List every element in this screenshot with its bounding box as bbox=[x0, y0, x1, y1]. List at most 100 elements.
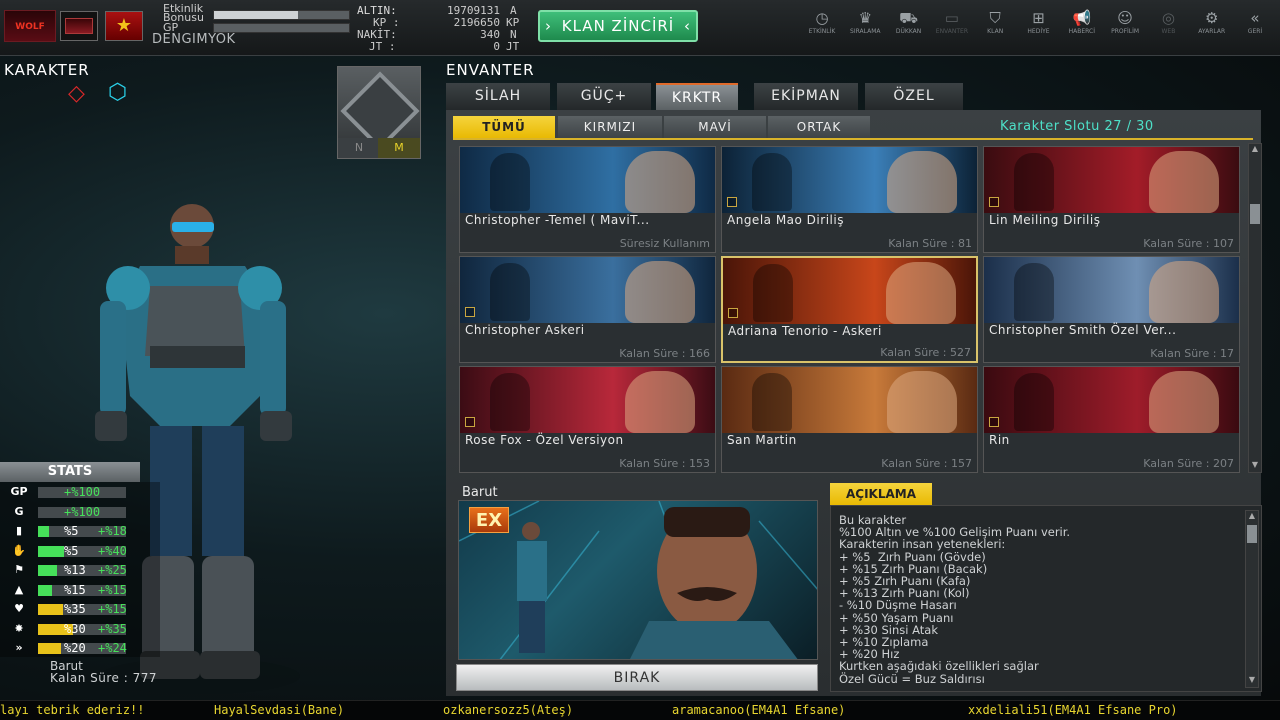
nav-ranking-button[interactable]: ♛ SIRALAMA bbox=[843, 8, 887, 42]
ticker-item: HayalSevdasi(Bane) bbox=[214, 703, 345, 717]
clan-chain-button[interactable]: › KLAN ZİNCİRİ ‹ bbox=[538, 10, 698, 42]
stat-row-health: ♥ %35 +%15 bbox=[6, 601, 156, 617]
ticker-item: ozkanersozz5(Ateş) bbox=[443, 703, 574, 717]
character-card[interactable]: Rin Kalan Süre : 207 bbox=[983, 366, 1240, 473]
character-figure bbox=[1014, 153, 1054, 211]
desc-scroll-up-icon[interactable]: ▲ bbox=[1247, 511, 1257, 521]
critical-icon: ✸ bbox=[14, 621, 24, 635]
clan-emblem-icon[interactable] bbox=[60, 11, 98, 41]
character-card[interactable]: Lin Meiling Diriliş Kalan Süre : 107 bbox=[983, 146, 1240, 253]
character-card-time: Kalan Süre : 157 bbox=[881, 457, 972, 470]
slot-marker-icon bbox=[728, 308, 738, 318]
character-card-name: Christopher Smith Özel Ver... bbox=[989, 323, 1177, 337]
chevron-right-icon: › bbox=[545, 17, 552, 35]
stat-row-jump: ▲ %15 +%15 bbox=[6, 582, 156, 598]
character-face bbox=[1149, 371, 1219, 433]
stat-base-value: %20 bbox=[64, 641, 86, 655]
nav-clan-shield-button[interactable]: ⛉ KLAN bbox=[973, 8, 1017, 42]
jt-unit: JT bbox=[506, 40, 520, 53]
nav-label: WEB bbox=[1161, 28, 1176, 35]
nav-label: GERİ bbox=[1247, 28, 1263, 35]
character-card-name: San Martin bbox=[727, 433, 797, 447]
subtab-tumu[interactable]: TÜMÜ bbox=[453, 116, 555, 139]
character-face bbox=[625, 261, 695, 323]
nav-megaphone-button[interactable]: 📢 HABERCİ bbox=[1060, 8, 1104, 42]
stat-row-body-armor: ▮ %5 +%18 bbox=[6, 523, 156, 539]
gp-icon: GP bbox=[10, 485, 28, 498]
description-line: Kurtken aşağıdaki özellikleri sağlar bbox=[839, 659, 1039, 674]
nav-gift-button[interactable]: ⊞ HEDİYE bbox=[1017, 8, 1061, 42]
character-card-art bbox=[460, 147, 715, 213]
character-card[interactable]: Rose Fox - Özel Versiyon Kalan Süre : 153 bbox=[459, 366, 716, 473]
character-card-name: Rin bbox=[989, 433, 1010, 447]
scroll-thumb[interactable] bbox=[1250, 204, 1260, 224]
tab-ozel[interactable]: ÖZEL bbox=[865, 83, 963, 110]
character-card[interactable]: Angela Mao Diriliş Kalan Süre : 81 bbox=[721, 146, 978, 253]
red-team-icon[interactable]: ◇ bbox=[68, 83, 98, 106]
nav-back-button[interactable]: «GERİ bbox=[1233, 8, 1277, 42]
inventory-title: ENVANTER bbox=[446, 61, 535, 79]
character-card[interactable]: Christopher -Temel ( MaviT... Süresiz Kul… bbox=[459, 146, 716, 253]
drop-button[interactable]: BIRAK bbox=[456, 664, 818, 691]
ranking-icon: ♛ bbox=[858, 9, 873, 27]
scroll-down-icon[interactable]: ▼ bbox=[1250, 460, 1260, 470]
nav-gear-button[interactable]: ⚙ AYARLAR bbox=[1190, 8, 1234, 42]
tab-guc[interactable]: GÜÇ+ bbox=[557, 83, 651, 110]
tab-ekipman[interactable]: EKİPMAN bbox=[754, 83, 858, 110]
nav-label: DÜKKAN bbox=[895, 28, 922, 35]
stat-bonus-value: +%24 bbox=[98, 641, 127, 655]
character-card[interactable]: Christopher Smith Özel Ver... Kalan Süre … bbox=[983, 256, 1240, 363]
resource-panel: ALTIN: 19709131 A KP : 2196650 KP NAKİT:… bbox=[355, 3, 530, 53]
stat-bonus-value: +%15 bbox=[98, 602, 127, 616]
character-face bbox=[1149, 261, 1219, 323]
subtab-kirmizi[interactable]: KIRMIZI bbox=[558, 116, 662, 139]
nav-clock-button[interactable]: ◷ ETKİNLİK bbox=[800, 8, 844, 42]
ticker-item: xxdeliali51(EM4A1 Efsane Pro) bbox=[968, 703, 1178, 717]
character-face bbox=[625, 151, 695, 213]
desc-scroll-thumb[interactable] bbox=[1247, 525, 1257, 543]
description-tab[interactable]: AÇIKLAMA bbox=[830, 483, 932, 506]
game-logo: WOLF bbox=[4, 10, 56, 42]
grid-scrollbar[interactable]: ▲ ▼ bbox=[1248, 143, 1262, 473]
description-scrollbar[interactable]: ▲ ▼ bbox=[1245, 510, 1259, 688]
scroll-up-icon[interactable]: ▲ bbox=[1250, 144, 1260, 154]
tab-silah[interactable]: SİLAH bbox=[446, 83, 550, 110]
character-card[interactable]: San Martin Kalan Süre : 157 bbox=[721, 366, 978, 473]
description-line: - %10 Düşme Hasarı bbox=[839, 598, 957, 613]
character-figure bbox=[1014, 373, 1054, 431]
subtab-underline bbox=[453, 138, 1253, 140]
health-icon: ♥ bbox=[14, 602, 24, 615]
nav-profile-button[interactable]: ☺ PROFİLİM bbox=[1103, 8, 1147, 42]
blue-team-icon[interactable]: ⬡ bbox=[108, 82, 140, 106]
subtab-ortak[interactable]: ORTAK bbox=[768, 116, 870, 139]
subtab-mavi[interactable]: MAVİ bbox=[664, 116, 766, 139]
nav-inventory-button[interactable]: ▭ ENVANTER bbox=[930, 8, 974, 42]
normal-mode-toggle[interactable]: N bbox=[338, 138, 380, 158]
tab-krktr[interactable]: KRKTR bbox=[656, 83, 738, 110]
nav-cart-button[interactable]: ⛟ DÜKKAN bbox=[887, 8, 931, 42]
clan-shield-icon: ⛉ bbox=[989, 9, 1001, 27]
desc-scroll-down-icon[interactable]: ▼ bbox=[1247, 675, 1257, 685]
mutant-mode-toggle[interactable]: M bbox=[378, 138, 420, 158]
character-face bbox=[886, 262, 956, 324]
slot-marker-icon bbox=[989, 417, 999, 427]
character-card[interactable]: Adriana Tenorio - Askeri Kalan Süre : 527 bbox=[721, 256, 978, 363]
stat-base-value: %35 bbox=[64, 602, 86, 616]
character-card-art bbox=[984, 147, 1239, 213]
jt-value: 0 bbox=[493, 40, 500, 53]
detail-portrait-art bbox=[459, 501, 817, 659]
character-slot-count: Karakter Slotu 27 / 30 bbox=[1000, 119, 1154, 134]
chevron-left-icon: ‹ bbox=[684, 17, 691, 35]
character-figure bbox=[490, 263, 530, 321]
slot-marker-icon bbox=[727, 197, 737, 207]
character-card[interactable]: Christopher Askeri Kalan Süre : 166 bbox=[459, 256, 716, 363]
body-armor-icon: ▮ bbox=[15, 524, 23, 537]
nav-web-button[interactable]: ◎ WEB bbox=[1146, 8, 1190, 42]
jt-label: JT : bbox=[369, 40, 396, 53]
stat-bar-fill bbox=[38, 545, 65, 557]
kp-unit: KP bbox=[506, 16, 520, 29]
stat-bonus-value: +%25 bbox=[98, 563, 127, 577]
description-line: + %50 Yaşam Puanı bbox=[839, 610, 954, 625]
top-bar: WOLF ★ Etkinlik Bonusu GP DENGIMYOK ALTI… bbox=[0, 0, 1280, 56]
description-text: Bu karakter %100 Altın ve %100 Gelişim Pu… bbox=[839, 514, 1070, 685]
